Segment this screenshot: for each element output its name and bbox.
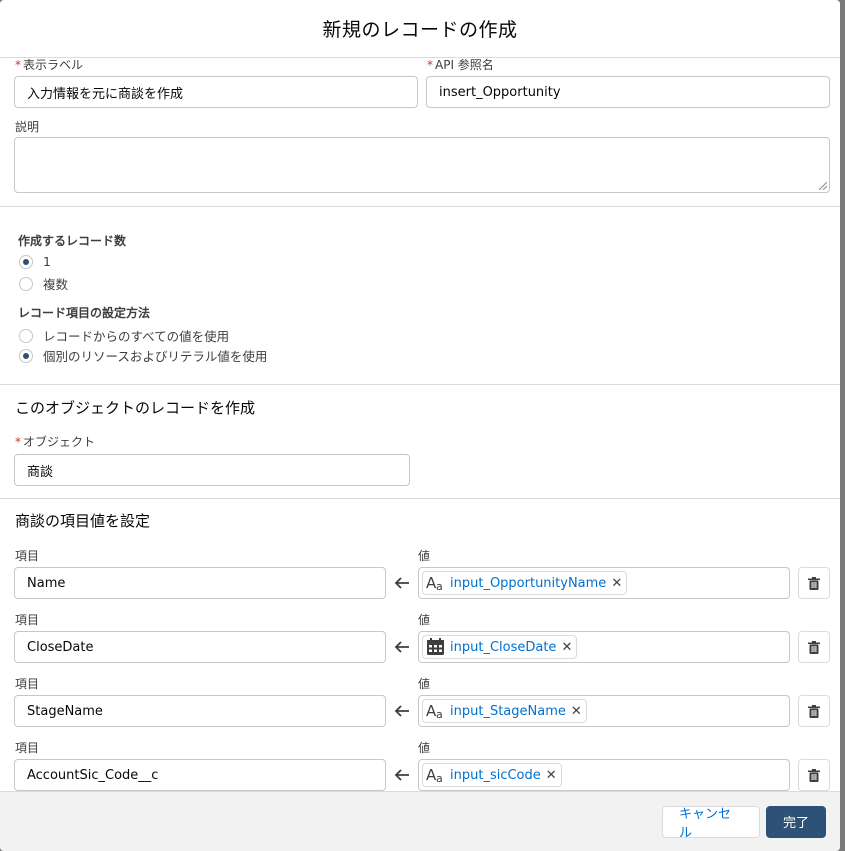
text-icon: A a [426,574,443,592]
resource-pill[interactable]: input_CloseDate ✕ [422,635,578,659]
field-label: 項目 [15,613,40,627]
value-input[interactable]: A a input_StageName ✕ [418,695,790,727]
object-label: * オブジェクト [15,433,95,450]
api-name-label-text: API 参照名 [435,58,494,72]
field-input-value: StageName [27,703,103,719]
field-input[interactable]: StageName [14,695,386,727]
close-icon[interactable]: ✕ [546,769,557,782]
required-marker: * [15,435,21,449]
radio-button[interactable] [19,348,33,363]
delete-row-button[interactable] [798,631,830,663]
radio-use-separate-resources[interactable]: 個別のリソースおよびリテラル値を使用 [19,346,267,365]
required-marker: * [427,58,433,72]
field-label: 項目 [15,549,40,563]
delete-row-button[interactable] [798,695,830,727]
divider [0,206,840,207]
value-label: 値 [418,677,431,691]
calendar-icon [427,638,444,655]
radio-button[interactable] [19,276,33,291]
radio-use-all-record-values[interactable]: レコードからのすべての値を使用 [19,326,229,345]
radio-record-count-multiple[interactable]: 複数 [19,274,68,293]
label-input-value: 入力情報を元に商談を作成 [27,86,184,102]
field-input-value: AccountSic_Code__c [27,767,159,783]
text-icon: A a [426,702,443,720]
pill-label: input_StageName [450,703,566,719]
label-input[interactable]: 入力情報を元に商談を作成 [14,76,418,108]
modal-title: 新規のレコードの作成 [322,19,518,41]
trash-icon [808,576,820,590]
resize-handle-icon[interactable] [819,182,827,190]
pill-label: input_CloseDate [450,639,557,655]
radio-label: 個別のリソースおよびリテラル値を使用 [43,349,268,364]
delete-row-button[interactable] [798,759,830,791]
field-input-value: Name [27,575,66,591]
delete-row-button[interactable] [798,567,830,599]
value-label: 値 [418,741,431,755]
modal-header: 新規のレコードの作成 [0,0,840,58]
description-label: 説明 [15,120,40,134]
field-label: 項目 [15,677,40,691]
field-method-label: レコード項目の設定方法 [18,306,151,320]
label-field-label-text: 表示ラベル [23,58,84,72]
record-count-label: 作成するレコード数 [18,234,127,248]
arrow-left-icon [394,769,409,781]
modal-footer: キャンセル 完了 [0,791,840,851]
pill-label: input_sicCode [450,767,541,783]
field-label: 項目 [15,741,40,755]
trash-icon [808,704,820,718]
object-input[interactable]: 商談 [14,454,410,486]
trash-icon [808,768,820,782]
svg-text:a: a [436,580,443,592]
svg-text:a: a [436,772,443,784]
object-section-title: このオブジェクトのレコードを作成 [15,399,256,417]
close-icon[interactable]: ✕ [561,641,572,654]
radio-record-count-1[interactable]: 1 [19,254,51,269]
field-input[interactable]: Name [14,567,386,599]
field-input-value: CloseDate [27,639,94,655]
radio-button[interactable] [19,328,33,343]
pill-label: input_OpportunityName [450,575,607,591]
radio-label: 1 [43,254,51,269]
value-label: 値 [418,549,431,563]
text-icon: A a [426,766,443,784]
description-textarea[interactable] [14,137,830,193]
object-input-value: 商談 [27,464,54,480]
label-field-label: * 表示ラベル [15,58,83,73]
radio-label: レコードからのすべての値を使用 [43,329,230,344]
cancel-button[interactable]: キャンセル [662,805,760,841]
modal-body[interactable]: * 表示ラベル 入力情報を元に商談を作成 * API 参照名 insert_Oppo… [0,58,840,791]
radio-button[interactable] [19,254,33,269]
field-input[interactable]: AccountSic_Code__c [14,759,386,791]
value-input[interactable]: A a input_OpportunityName ✕ [418,567,790,599]
object-label-text: オブジェクト [23,435,96,449]
value-input[interactable]: input_CloseDate ✕ [418,631,790,663]
arrow-left-icon [394,705,409,717]
divider [0,384,840,385]
api-name-input-value: insert_Opportunity [439,84,561,100]
resource-pill[interactable]: A a input_OpportunityName ✕ [422,571,628,595]
field-input[interactable]: CloseDate [14,631,386,663]
arrow-left-icon [394,641,409,653]
value-input[interactable]: A a input_sicCode ✕ [418,759,790,791]
divider [0,498,840,499]
api-name-input[interactable]: insert_Opportunity [426,76,830,108]
trash-icon [808,640,820,654]
value-label: 値 [418,613,431,627]
field-values-title: 商談の項目値を設定 [15,512,151,530]
create-record-modal: 新規のレコードの作成 * 表示ラベル 入力情報を元に商談を作成 * API 参照名 … [0,0,840,851]
arrow-left-icon [394,577,409,589]
radio-label: 複数 [43,277,69,292]
svg-text:a: a [436,708,443,720]
close-icon[interactable]: ✕ [611,577,622,590]
resource-pill[interactable]: A a input_sicCode ✕ [422,763,562,787]
done-button[interactable]: 完了 [766,805,826,838]
close-icon[interactable]: ✕ [571,705,582,718]
required-marker: * [15,58,21,72]
api-name-label: * API 参照名 [427,58,494,73]
resource-pill[interactable]: A a input_StageName ✕ [422,699,587,723]
